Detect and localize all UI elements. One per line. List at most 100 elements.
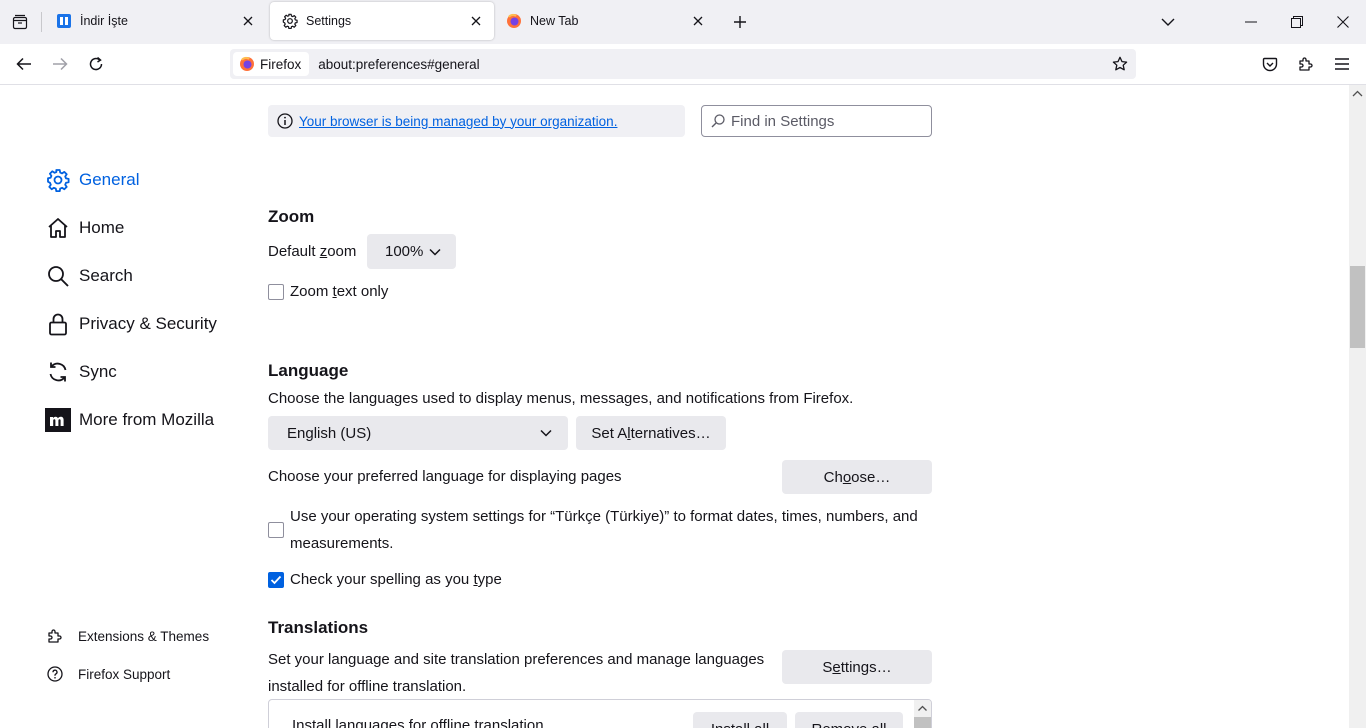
install-all-button[interactable]: Install all: [693, 712, 787, 728]
list-scrollbar[interactable]: [914, 700, 931, 728]
sidebar-item-more-from-mozilla[interactable]: More from Mozilla: [44, 402, 214, 438]
page-scrollbar-thumb[interactable]: [1350, 266, 1365, 348]
back-arrow-icon: [16, 57, 31, 71]
reload-icon: [89, 56, 103, 71]
pocket-button[interactable]: [1254, 48, 1286, 80]
spellcheck-option[interactable]: Check your spelling as you type: [268, 571, 502, 588]
identity-label: Firefox: [260, 56, 302, 72]
list-scrollbar-thumb[interactable]: [914, 717, 931, 728]
navigation-toolbar: Firefox about:preferences#general: [0, 44, 1366, 85]
sidebar-item-label: Home: [79, 218, 125, 237]
firefox-icon: [239, 56, 255, 72]
new-tab-button[interactable]: [726, 8, 754, 36]
os-regional-format-checkbox[interactable]: [268, 522, 284, 538]
language-description: Choose the languages used to display men…: [268, 390, 854, 407]
sidebar-footer-label: Firefox Support: [78, 666, 171, 682]
sidebar-item-label: More from Mozilla: [79, 410, 215, 429]
sidebar-extensions-themes-link[interactable]: Extensions & Themes: [44, 623, 209, 649]
forward-arrow-icon: [53, 57, 68, 71]
forward-button[interactable]: [44, 48, 76, 80]
restore-icon: [1291, 16, 1303, 28]
identity-box[interactable]: Firefox: [233, 52, 310, 76]
back-button[interactable]: [8, 48, 40, 80]
mozilla-icon: [44, 406, 72, 434]
app-menu-button[interactable]: [1326, 48, 1358, 80]
reload-button[interactable]: [80, 48, 112, 80]
translation-settings-button[interactable]: Se ttings…: [782, 650, 932, 684]
sidebar-item-privacy[interactable]: Privacy & Security: [44, 306, 217, 342]
search-icon: [711, 114, 725, 128]
preferred-page-language-label: Choose your preferred language for displ…: [268, 468, 622, 485]
sidebar-item-general[interactable]: General: [44, 162, 139, 198]
policy-notice: Your browser is being managed by your or…: [268, 105, 685, 137]
sidebar-item-search[interactable]: Search: [44, 258, 133, 294]
remove-all-button[interactable]: Remove all: [795, 712, 903, 728]
close-icon: [1337, 16, 1349, 28]
sidebar-footer-label: Extensions & Themes: [78, 628, 210, 644]
close-tab-icon[interactable]: [688, 11, 708, 31]
indir-favicon-icon: [56, 13, 72, 29]
scroll-up-arrow-icon[interactable]: [1349, 85, 1366, 102]
tab-separator: [41, 12, 42, 32]
ui-language-select[interactable]: English (US): [268, 416, 568, 450]
policy-link[interactable]: Your browser is being managed by your or…: [299, 114, 617, 129]
tab-title: New Tab: [530, 14, 579, 28]
offline-translation-languages-list: Install languages for offline translatio…: [268, 699, 932, 728]
puzzle-icon: [1299, 57, 1313, 71]
minimize-button[interactable]: [1229, 4, 1273, 40]
puzzle-icon: [44, 625, 66, 647]
pocket-icon: [1262, 57, 1278, 71]
sidebar-item-label: General: [79, 170, 140, 189]
translations-description: Set your language and site translation p…: [268, 651, 765, 695]
close-window-button[interactable]: [1321, 4, 1365, 40]
firefox-view-button[interactable]: [4, 6, 36, 38]
gear-icon: [282, 13, 298, 29]
language-heading: Language: [268, 361, 349, 380]
chevron-down-icon: [429, 248, 441, 256]
star-icon: [1112, 56, 1128, 71]
spellcheck-label: Check your spelling as you type: [290, 571, 502, 588]
sidebar-item-label: Sync: [79, 362, 117, 381]
zoom-text-only-option[interactable]: Zoom text only: [268, 283, 389, 300]
sidebar-firefox-support-link[interactable]: Firefox Support: [44, 661, 170, 687]
choose-languages-button[interactable]: Ch o ose…: [782, 460, 932, 494]
sidebar-item-home[interactable]: Home: [44, 210, 124, 246]
page-scrollbar[interactable]: [1349, 85, 1366, 728]
sidebar-item-sync[interactable]: Sync: [44, 354, 117, 390]
search-input[interactable]: [731, 112, 911, 130]
search-settings-field[interactable]: [701, 105, 932, 137]
translations-heading: Translations: [268, 618, 369, 637]
chevron-down-icon: [1161, 18, 1175, 26]
restore-button[interactable]: [1275, 4, 1319, 40]
default-zoom-label: Default zoom: [268, 243, 357, 260]
info-icon: [277, 113, 293, 129]
os-regional-format-option[interactable]: Use your operating system settings for “…: [268, 508, 918, 557]
list-all-tabs-button[interactable]: [1146, 4, 1190, 40]
url-bar[interactable]: Firefox about:preferences#general: [230, 49, 1136, 79]
plus-icon: [734, 16, 746, 28]
hamburger-menu-icon: [1335, 58, 1349, 70]
gear-icon: [44, 166, 72, 194]
close-tab-icon[interactable]: [238, 11, 258, 31]
checkmark-icon: [270, 575, 282, 585]
search-icon: [44, 262, 72, 290]
spellcheck-checkbox[interactable]: [268, 572, 284, 588]
set-alternatives-button[interactable]: Set Al ternatives…: [576, 416, 726, 450]
zoom-text-only-label: Zoom text only: [290, 283, 389, 300]
close-tab-icon[interactable]: [466, 11, 486, 31]
tab-new-tab[interactable]: New Tab: [494, 2, 716, 40]
firefox-icon: [506, 13, 522, 29]
help-icon: [44, 663, 66, 685]
zoom-text-only-checkbox[interactable]: [268, 284, 284, 300]
extensions-button[interactable]: [1290, 48, 1322, 80]
bookmark-star-button[interactable]: [1110, 54, 1130, 74]
tab-title: İndir İşte: [80, 14, 128, 28]
tab-settings[interactable]: Settings: [270, 2, 494, 40]
url-text[interactable]: about:preferences#general: [318, 57, 479, 72]
settings-page: Your browser is being managed by your or…: [0, 85, 1366, 728]
tab-indir[interactable]: İndir İşte: [44, 2, 266, 40]
install-languages-label: Install languages for offline translatio…: [292, 717, 544, 728]
chevron-down-icon: [540, 429, 552, 437]
zoom-value: 100%: [385, 243, 424, 260]
default-zoom-select[interactable]: 100%: [367, 234, 456, 269]
